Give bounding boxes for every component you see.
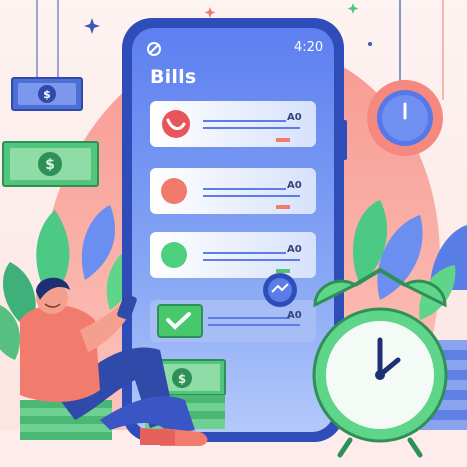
- illustration: $ $ $ Bills 4:20 A0 A0 A0 A0: [0, 0, 467, 467]
- settings-gear-icon: [263, 273, 297, 307]
- svg-text:$: $: [43, 88, 51, 101]
- svg-text:$: $: [45, 157, 55, 173]
- bill-amount: A0: [287, 310, 302, 321]
- bill-icon: [162, 110, 190, 138]
- scene-svg: $ $ $: [0, 0, 467, 467]
- bill-card[interactable]: [150, 101, 316, 147]
- bill-card[interactable]: [150, 168, 316, 214]
- bill-amount: A0: [287, 180, 302, 191]
- bill-amount: A0: [287, 112, 302, 123]
- bill-card[interactable]: [150, 232, 316, 278]
- clock-icon: [367, 80, 443, 156]
- dollar-icon: $: [11, 77, 83, 111]
- dollar-icon: $: [2, 141, 99, 187]
- bill-amount: A0: [287, 244, 302, 255]
- circle-icon: [161, 242, 187, 268]
- circle-icon: [161, 178, 187, 204]
- svg-text:$: $: [178, 372, 186, 386]
- page-title: Bills: [150, 66, 197, 88]
- bill-card[interactable]: [150, 300, 316, 342]
- status-time: 4:20: [294, 40, 324, 55]
